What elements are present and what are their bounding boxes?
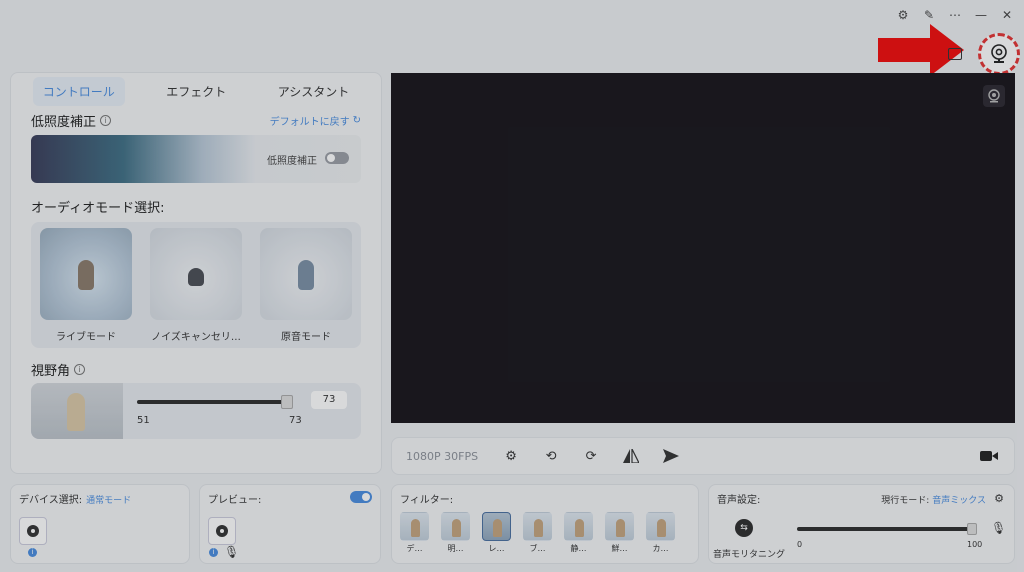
camera-preview <box>391 73 1015 423</box>
window-controls: ⚙ ✎ ⋯ — ✕ <box>896 8 1014 22</box>
volume-slider-track[interactable] <box>797 527 969 531</box>
low-light-title: 低照度補正 <box>31 114 97 130</box>
resolution-label[interactable]: 1080P 30FPS <box>406 450 478 463</box>
filter-item[interactable]: 鮮… <box>605 512 634 554</box>
audio-mode-options: ライブモード ノイズキャンセリ… 原音モード <box>31 222 361 348</box>
low-light-toggle-label: 低照度補正 <box>267 156 317 167</box>
control-panel: コントロール エフェクト アシスタント 低照度補正 i デフォルトに戻す ↻ 低… <box>10 72 382 474</box>
app-window: ⚙ ✎ ⋯ — ✕ コントロール エフェクト アシスタント 低照度補正 i デフ… <box>0 0 1024 572</box>
fov-card: 73 51 73 <box>31 383 361 439</box>
video-record-icon[interactable] <box>978 445 1000 467</box>
rotate-left-icon[interactable]: ⟲ <box>540 445 562 467</box>
mirror-icon[interactable] <box>620 445 642 467</box>
filter-item[interactable]: レ… <box>482 512 511 554</box>
device-camera-thumb[interactable] <box>19 517 47 545</box>
mic-icon[interactable]: 🎙 <box>991 521 1006 535</box>
filter-label: カ… <box>652 544 669 553</box>
fov-min-label: 51 <box>137 415 150 426</box>
filter-list: デ… 明… レ… ブ… 静… 鮮… カ… <box>400 512 675 554</box>
fov-thumbnail <box>31 383 123 439</box>
current-mode-label: 現行モード: <box>881 496 930 506</box>
volume-max-label: 100 <box>967 540 983 549</box>
filter-label: 鮮… <box>611 544 628 553</box>
fov-value-input[interactable]: 73 <box>311 391 347 409</box>
preview-info-icon[interactable]: i <box>209 548 218 557</box>
preview-toggle[interactable] <box>350 491 372 503</box>
audio-monitor-button[interactable]: ⇆ <box>735 519 753 537</box>
filter-item[interactable]: 明… <box>441 512 470 554</box>
camera-icon <box>988 89 1000 103</box>
send-icon[interactable] <box>660 445 682 467</box>
mode-original-label: 原音モード <box>281 332 331 343</box>
device-mode-link[interactable]: 通常モード <box>86 496 131 506</box>
filter-item[interactable]: カ… <box>646 512 675 554</box>
current-mode-value[interactable]: 音声ミックス <box>932 496 986 506</box>
audio-mode-title: オーディオモード選択: <box>31 201 165 216</box>
mode-live[interactable]: ライブモード <box>39 228 133 348</box>
volume-slider-handle[interactable] <box>967 523 977 535</box>
filter-label: 明… <box>447 544 464 553</box>
tab-bar: コントロール エフェクト アシスタント <box>11 73 381 109</box>
webcam-icon <box>991 44 1007 63</box>
mode-noise-cancel-label: ノイズキャンセリ… <box>151 332 241 343</box>
device-info-icon[interactable]: i <box>28 548 37 557</box>
audio-monitor-label: 音声モリタニング <box>713 550 786 560</box>
filter-label: ブ… <box>529 544 546 553</box>
mode-original-image <box>260 228 352 320</box>
settings-gear-icon[interactable]: ⚙ <box>896 8 910 22</box>
fov-header: 視野角 i <box>11 348 381 383</box>
snapshot-button[interactable] <box>983 85 1005 107</box>
mode-live-label: ライブモード <box>56 332 116 343</box>
low-light-toggle[interactable] <box>325 152 349 164</box>
fov-max-label: 73 <box>289 415 302 426</box>
top-right-toolbar <box>948 33 1020 75</box>
webcam-icon <box>27 525 39 537</box>
webcam-icon <box>216 525 228 537</box>
mode-live-image <box>40 228 132 320</box>
gear-icon[interactable]: ⚙ <box>500 445 522 467</box>
filter-label: デ… <box>406 544 423 553</box>
filter-item[interactable]: 静… <box>564 512 593 554</box>
audio-settings-title: 音声設定: <box>717 495 761 506</box>
fov-title: 視野角 <box>31 364 71 379</box>
info-icon[interactable]: i <box>100 114 112 126</box>
device-select-title: デバイス選択: <box>19 495 83 506</box>
mode-noise-cancel-image <box>150 228 242 320</box>
preview-card: プレビュー: i 🎙 <box>199 484 381 564</box>
more-icon[interactable]: ⋯ <box>948 8 962 22</box>
preview-title: プレビュー: <box>208 495 262 506</box>
filter-card: フィルター: デ… 明… レ… ブ… 静… 鮮… カ… <box>391 484 699 564</box>
rotate-right-icon[interactable]: ⟳ <box>580 445 602 467</box>
fov-slider-track[interactable] <box>137 400 287 404</box>
fov-slider-handle[interactable] <box>281 395 293 409</box>
mic-icon[interactable]: 🎙 <box>224 545 239 559</box>
close-icon[interactable]: ✕ <box>1000 8 1014 22</box>
filter-title: フィルター: <box>400 495 454 506</box>
volume-min-label: 0 <box>797 540 803 549</box>
mode-noise-cancel[interactable]: ノイズキャンセリ… <box>149 228 243 348</box>
device-select-card: デバイス選択: 通常モード i <box>10 484 190 564</box>
info-icon[interactable]: i <box>74 364 86 375</box>
preview-control-bar: 1080P 30FPS ⚙ ⟲ ⟳ <box>391 437 1015 475</box>
reset-default-label: デフォルトに戻す <box>269 116 350 128</box>
reset-default-link[interactable]: デフォルトに戻す ↻ <box>270 113 361 128</box>
preview-camera-thumb[interactable] <box>208 517 236 545</box>
tab-assistant[interactable]: アシスタント <box>268 77 360 106</box>
filter-label: レ… <box>488 544 505 553</box>
window-mode-icon[interactable] <box>948 48 962 60</box>
filter-item[interactable]: デ… <box>400 512 429 554</box>
low-light-header: 低照度補正 i デフォルトに戻す ↻ <box>11 109 381 131</box>
webcam-button[interactable] <box>978 33 1020 75</box>
audio-gear-icon[interactable]: ⚙ <box>994 492 1004 505</box>
filter-item[interactable]: ブ… <box>523 512 552 554</box>
minimize-icon[interactable]: — <box>974 8 988 22</box>
mode-original[interactable]: 原音モード <box>259 228 353 348</box>
low-light-card: 低照度補正 <box>31 135 361 183</box>
refresh-icon: ↻ <box>352 114 361 126</box>
tab-control[interactable]: コントロール <box>32 76 125 106</box>
audio-settings-card: 音声設定: 現行モード: 音声ミックス ⚙ ⇆ 音声モリタニング 0 100 🎙 <box>708 484 1015 564</box>
filter-label: 静… <box>570 544 587 553</box>
edit-icon[interactable]: ✎ <box>922 8 936 22</box>
tab-effect[interactable]: エフェクト <box>156 77 236 106</box>
